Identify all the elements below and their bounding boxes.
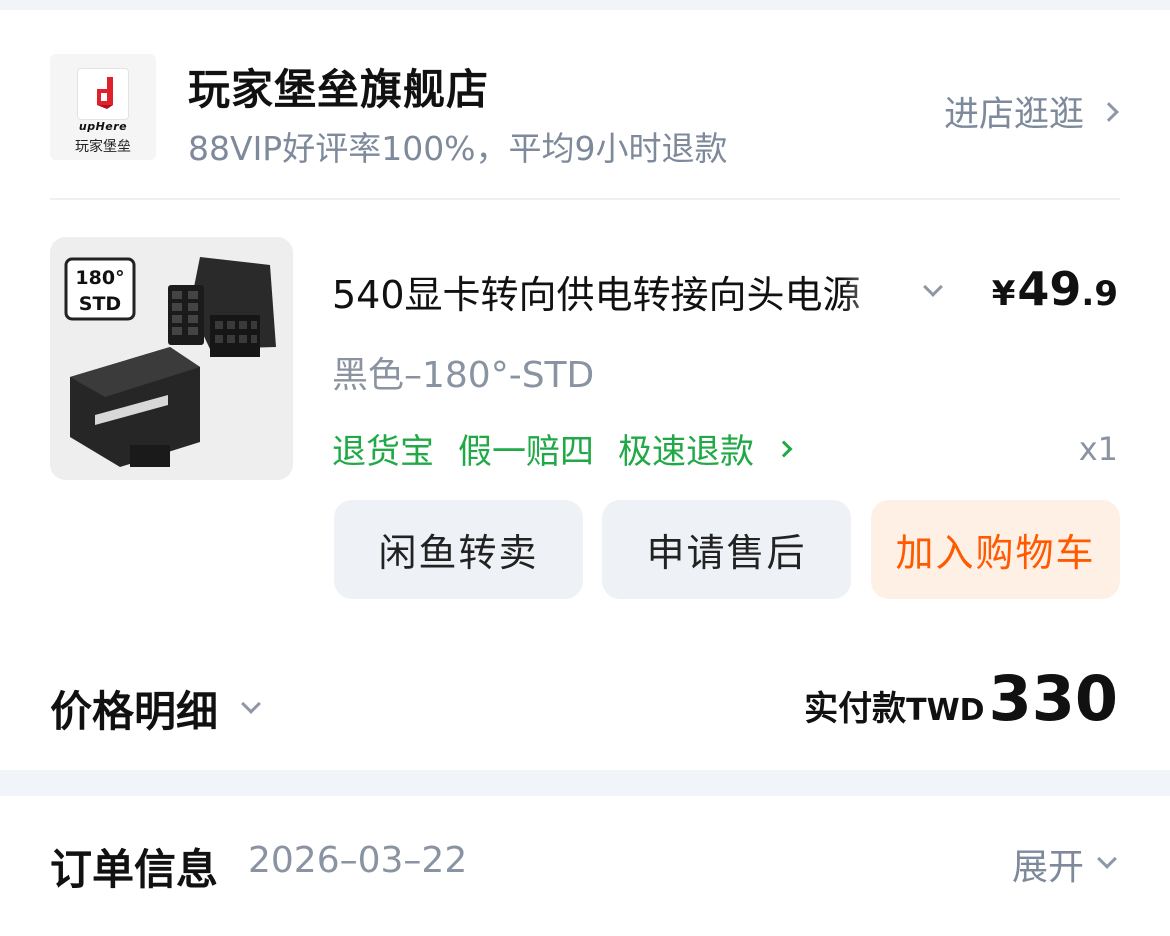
service-fake-compensation: 假一赔四 [458, 432, 594, 472]
chevron-right-icon [775, 440, 793, 457]
order-card: upHere 玩家堡垒 玩家堡垒旗舰店 88VIP好评率100%，平均9小时退款… [0, 10, 1170, 770]
logo-sub-text: 玩家堡垒 [75, 139, 131, 155]
chevron-down-icon [241, 693, 261, 714]
logo-brand-text: upHere [78, 120, 128, 133]
adapter-product-icon: 180° STD [50, 237, 293, 480]
resell-button[interactable]: 闲鱼转卖 [334, 500, 583, 599]
paid-value: 330 [988, 662, 1118, 735]
price-currency-symbol: ¥ [991, 274, 1016, 314]
chevron-down-icon [1097, 849, 1117, 869]
order-info-title: 订单信息 [50, 845, 219, 894]
brand-logo-icon [97, 77, 113, 109]
product-image[interactable]: 180° STD [50, 237, 293, 480]
paid-currency: TWD [906, 693, 985, 728]
add-to-cart-button[interactable]: 加入购物车 [871, 500, 1120, 599]
paid-label: 实付款 [804, 689, 907, 729]
price-decimal: .9 [1081, 274, 1118, 314]
product-price: ¥ 49 .9 [992, 262, 1118, 316]
visit-store-label: 进店逛逛 [943, 95, 1084, 135]
order-info-expand[interactable]: 展开 [1011, 838, 1117, 890]
product-title[interactable]: 540显卡转向供电转接向头电源 [332, 264, 910, 316]
service-guarantees[interactable]: 退货宝 假一赔四 极速退款 [332, 424, 800, 473]
store-logo[interactable]: upHere 玩家堡垒 [50, 54, 156, 160]
title-expand-toggle[interactable] [922, 277, 946, 304]
paid-amount: 实付款 TWD 330 [804, 662, 1118, 735]
visit-store-link[interactable]: 进店逛逛 [943, 86, 1119, 137]
service-fast-refund: 极速退款 [618, 432, 754, 472]
order-date: 2026–03–22 [248, 840, 468, 881]
chevron-down-icon [923, 277, 943, 297]
chevron-right-icon [1099, 101, 1119, 122]
order-info-card: 订单信息 2026–03–22 展开 [0, 796, 1170, 936]
badge-top-text: 180° [75, 267, 124, 289]
price-detail-label: 价格明细 [50, 687, 219, 736]
logo-box [77, 68, 129, 120]
price-integer: 49 [1017, 262, 1082, 316]
price-detail-toggle[interactable]: 价格明细 [50, 678, 261, 739]
store-subtitle: 88VIP好评率100%，平均9小时退款 [188, 129, 728, 168]
divider [50, 198, 1120, 200]
store-name[interactable]: 玩家堡垒旗舰店 [188, 56, 489, 117]
product-sku: 黑色–180°-STD [332, 355, 595, 396]
service-return-insurance: 退货宝 [332, 432, 434, 472]
product-quantity: x1 [1078, 430, 1118, 468]
after-sale-button[interactable]: 申请售后 [602, 500, 851, 599]
expand-label: 展开 [1011, 847, 1084, 888]
badge-bottom-text: STD [79, 293, 121, 315]
